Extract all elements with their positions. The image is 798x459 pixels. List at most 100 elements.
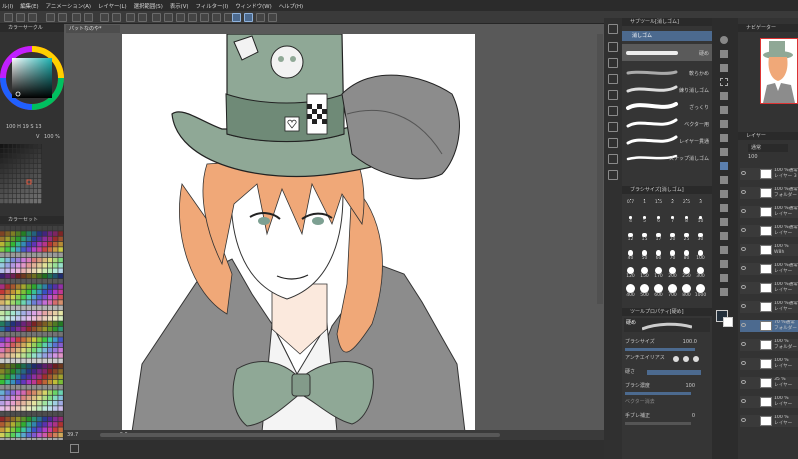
transform-icon[interactable] <box>268 13 277 22</box>
aa-none-icon[interactable] <box>673 356 679 362</box>
brush-size-preset[interactable]: 17 <box>652 232 665 248</box>
menu-item-view[interactable]: 表示(V) <box>170 2 189 10</box>
brush-size-preset[interactable]: 500 <box>638 283 651 299</box>
brush-size-value[interactable]: 100.0 <box>683 338 697 347</box>
balloon-icon[interactable] <box>720 274 728 282</box>
brush-size-preset[interactable]: 1 <box>638 198 651 214</box>
move-icon[interactable] <box>720 64 728 72</box>
hardness-slider[interactable] <box>647 370 701 375</box>
canvas-tab[interactable]: パットなのや* <box>66 25 120 33</box>
settings-icon[interactable] <box>72 13 81 22</box>
brush-size-preset[interactable]: 200 <box>666 266 679 282</box>
layer-opacity[interactable]: 100 <box>748 154 788 160</box>
pen-icon[interactable] <box>720 120 728 128</box>
brush-size-preset[interactable]: 50 <box>638 249 651 265</box>
menu-item-filter[interactable]: フィルター(I) <box>196 2 229 10</box>
brush-size-preset[interactable]: 700 <box>666 283 679 299</box>
visibility-eye-icon[interactable] <box>741 361 746 365</box>
value-slider[interactable]: V 100 % <box>0 134 64 142</box>
deselect-icon[interactable] <box>152 13 161 22</box>
grid-snap-icon[interactable] <box>244 13 253 22</box>
brush-size-preset[interactable]: 150 <box>638 266 651 282</box>
select-icon[interactable] <box>720 78 728 86</box>
brush-size-preset[interactable]: 25 <box>680 232 693 248</box>
panel-icon-3[interactable] <box>608 58 618 68</box>
brush-size-preset[interactable]: 3 <box>694 198 707 214</box>
aa-weak-icon[interactable] <box>683 356 689 362</box>
brush-size-preset[interactable]: 70 <box>666 249 679 265</box>
stabilization-value[interactable]: 0 <box>692 412 695 421</box>
brush-size-preset[interactable]: 4 <box>624 215 637 231</box>
panel-icon-1[interactable] <box>608 24 618 34</box>
visibility-eye-icon[interactable] <box>741 266 746 270</box>
layer-row[interactable]: 70 %通常 フォルダー <box>740 320 798 332</box>
brush-size-preset[interactable]: 15 <box>638 232 651 248</box>
zoom-readout[interactable]: 39.7 <box>67 432 78 438</box>
brush-item-kneaded[interactable]: 練り消しゴム <box>622 81 712 98</box>
menu-item-selection[interactable]: 選択範囲(S) <box>134 2 163 10</box>
brush-size-preset[interactable]: 170 <box>652 266 665 282</box>
brush-size-preset[interactable]: 400 <box>624 283 637 299</box>
special-ruler-icon[interactable] <box>256 13 265 22</box>
canvas-vertical-scrollbar[interactable] <box>597 34 603 304</box>
layer-row[interactable]: 100 %通常 レイヤー <box>740 263 798 275</box>
panel-icon-5[interactable] <box>608 90 618 100</box>
fill-bucket-icon[interactable] <box>720 190 728 198</box>
brush-item-through-layers[interactable]: レイヤー貫通 <box>622 132 712 149</box>
color-set-palette[interactable] <box>0 226 64 459</box>
menu-item-edit[interactable]: 編集(E) <box>20 2 38 10</box>
brush-size-preset[interactable]: 800 <box>680 283 693 299</box>
brush-size-slider[interactable] <box>625 348 695 351</box>
visibility-eye-icon[interactable] <box>741 399 746 403</box>
layer-row[interactable]: 100 %通常 レイヤー <box>740 301 798 313</box>
brush-size-preset[interactable]: 8 <box>680 215 693 231</box>
brush-size-preset[interactable]: 60 <box>652 249 665 265</box>
visibility-eye-icon[interactable] <box>741 228 746 232</box>
crop-icon[interactable] <box>164 13 173 22</box>
brush-size-preset[interactable]: 20 <box>666 232 679 248</box>
expand-icon[interactable] <box>188 13 197 22</box>
ruler-snap-icon[interactable] <box>232 13 241 22</box>
new-file-icon[interactable] <box>4 13 13 22</box>
brush-size-preset[interactable]: 10 <box>694 215 707 231</box>
save-icon[interactable] <box>28 13 37 22</box>
layer-row[interactable]: 35 % レイヤー <box>740 377 798 389</box>
hand-icon[interactable] <box>720 50 728 58</box>
layer-row[interactable]: 100 %通常 レイヤー 3 <box>740 168 798 180</box>
visibility-eye-icon[interactable] <box>741 323 746 327</box>
brush-size-preset[interactable]: 80 <box>680 249 693 265</box>
hardness-row[interactable]: 硬さ <box>625 368 709 377</box>
menu-item-animation[interactable]: アニメーション(A) <box>46 2 91 10</box>
blend-mode-select[interactable]: 通常 <box>748 144 788 152</box>
brush-item-vector[interactable]: ベクター用 <box>622 115 712 132</box>
color-mixing-grid[interactable] <box>0 143 43 205</box>
brush-size-preset[interactable]: 40 <box>624 249 637 265</box>
color-wheel[interactable] <box>0 38 64 122</box>
export-icon[interactable] <box>46 13 55 22</box>
eyedropper-icon[interactable] <box>720 106 728 114</box>
blend-icon[interactable] <box>720 176 728 184</box>
invert-icon[interactable] <box>176 13 185 22</box>
fill-icon[interactable] <box>112 13 121 22</box>
visibility-eye-icon[interactable] <box>741 171 746 175</box>
brush-item-rough[interactable]: ざっくり <box>622 98 712 115</box>
zoom-icon[interactable] <box>720 36 728 44</box>
panel-icon-2[interactable] <box>608 42 618 52</box>
visibility-eye-icon[interactable] <box>741 418 746 422</box>
stabilization-row[interactable]: 手ブレ補正 0 <box>625 412 709 421</box>
selection-icon[interactable] <box>212 13 221 22</box>
ruler-icon[interactable] <box>720 246 728 254</box>
open-file-icon[interactable] <box>16 13 25 22</box>
visibility-eye-icon[interactable] <box>741 247 746 251</box>
brush-icon[interactable] <box>720 148 728 156</box>
visibility-eye-icon[interactable] <box>741 209 746 213</box>
brush-item-soft[interactable]: 軟らかめ <box>622 64 712 81</box>
gradient-icon[interactable] <box>720 204 728 212</box>
menu-item-help[interactable]: ヘルプ(H) <box>279 2 303 10</box>
density-value[interactable]: 100 <box>685 382 695 391</box>
panel-icon-10[interactable] <box>608 170 618 180</box>
text-icon[interactable] <box>720 260 728 268</box>
visibility-eye-icon[interactable] <box>741 285 746 289</box>
menu-item-tool[interactable]: ル(I) <box>2 2 13 10</box>
brush-size-preset[interactable]: 7 <box>666 215 679 231</box>
